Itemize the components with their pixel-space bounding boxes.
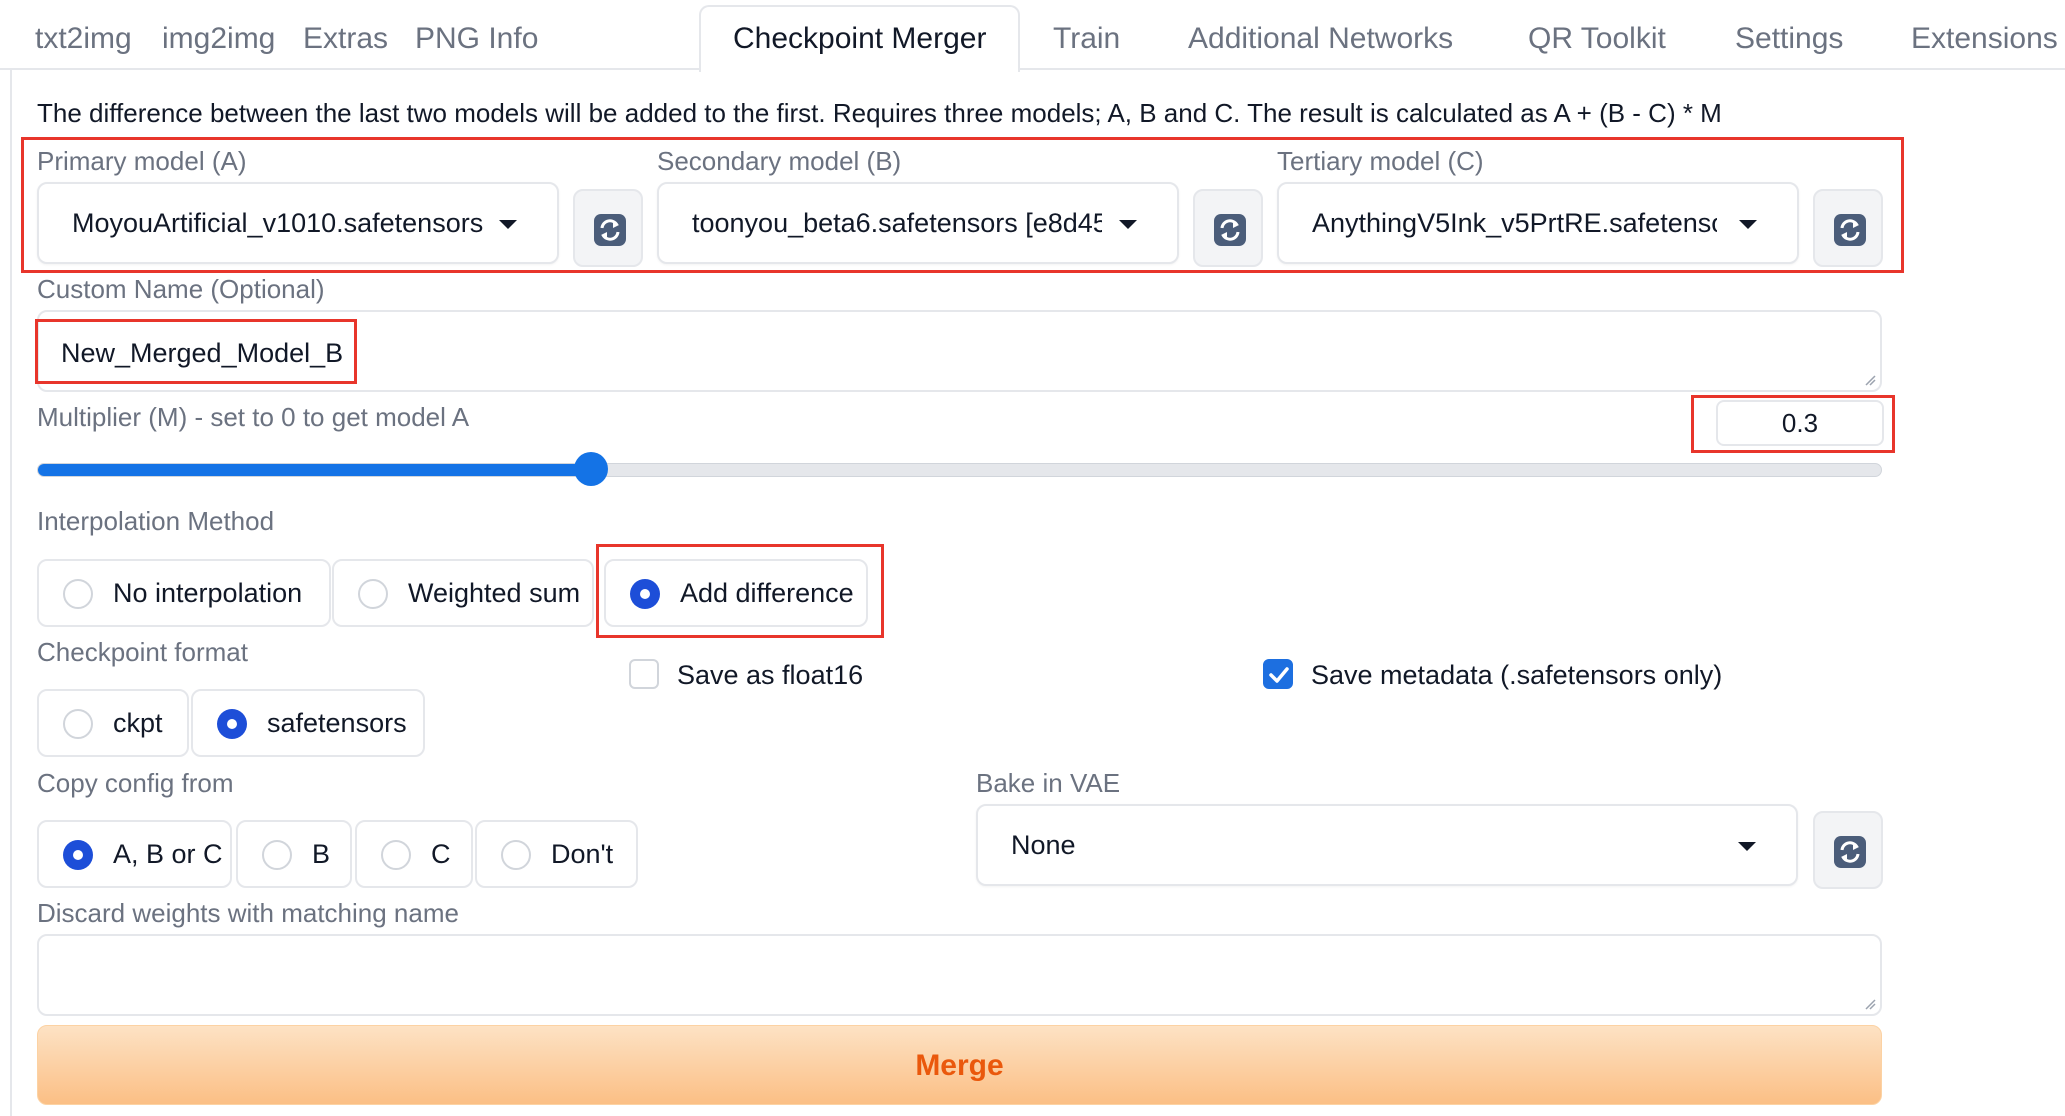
secondary-model-refresh-button[interactable] — [1193, 189, 1263, 267]
tab-additional-networks[interactable]: Additional Networks — [1188, 8, 1453, 70]
save-float16-checkbox[interactable] — [629, 659, 659, 689]
radio-label: B — [312, 839, 331, 869]
radio-selected-icon — [63, 840, 93, 870]
radio-icon — [381, 840, 411, 870]
save-metadata-checkbox[interactable] — [1263, 659, 1293, 689]
checkpoint-format-option-safetensors[interactable]: safetensors — [191, 689, 425, 757]
interpolation-option-add-difference[interactable]: Add difference — [604, 559, 868, 627]
radio-selected-icon — [217, 709, 247, 739]
tertiary-model-refresh-button[interactable] — [1813, 189, 1883, 267]
radio-label: A, B or C — [113, 839, 223, 869]
radio-label: Weighted sum — [408, 578, 581, 608]
multiplier-slider-track[interactable] — [37, 463, 1882, 477]
tab-checkpoint-merger[interactable]: Checkpoint Merger — [699, 5, 1021, 72]
radio-label: Add difference — [680, 578, 854, 608]
secondary-model-value: toonyou_beta6.safetensors [e8d45 — [692, 208, 1102, 238]
tab-qr-toolkit[interactable]: QR Toolkit — [1528, 8, 1666, 70]
bake-vae-value: None — [1011, 830, 1076, 860]
radio-icon — [501, 840, 531, 870]
secondary-model-dropdown[interactable]: toonyou_beta6.safetensors [e8d45 — [657, 182, 1179, 264]
primary-model-dropdown[interactable]: MoyouArtificial_v1010.safetensors — [37, 182, 559, 264]
primary-model-value: MoyouArtificial_v1010.safetensors — [72, 208, 484, 238]
save-metadata-label: Save metadata (.safetensors only) — [1311, 660, 1723, 690]
tab-img2img[interactable]: img2img — [162, 8, 275, 70]
copy-config-label: Copy config from — [37, 768, 234, 798]
multiplier-slider-fill — [38, 464, 591, 476]
radio-selected-icon — [630, 579, 660, 609]
radio-label: No interpolation — [113, 578, 303, 608]
custom-name-value: New_Merged_Model_B — [61, 338, 344, 368]
checkpoint-format-option-ckpt[interactable]: ckpt — [37, 689, 189, 757]
bake-vae-refresh-button[interactable] — [1813, 811, 1883, 889]
multiplier-slider-thumb[interactable] — [573, 452, 608, 486]
tab-settings[interactable]: Settings — [1735, 8, 1843, 70]
tab-extras[interactable]: Extras — [303, 8, 388, 70]
caret-down-icon — [1739, 220, 1757, 229]
save-float16-label: Save as float16 — [677, 660, 864, 690]
copy-config-option-b[interactable]: B — [236, 820, 352, 888]
bake-vae-label: Bake in VAE — [976, 768, 1121, 798]
merge-description: The difference between the last two mode… — [37, 98, 1722, 128]
radio-icon — [63, 709, 93, 739]
refresh-icon — [1834, 836, 1866, 868]
caret-down-icon — [1738, 842, 1756, 851]
radio-icon — [358, 579, 388, 609]
primary-model-refresh-button[interactable] — [573, 189, 643, 267]
check-icon — [1269, 667, 1289, 683]
merge-button[interactable]: Merge — [37, 1025, 1882, 1105]
refresh-icon — [1834, 214, 1866, 246]
tab-extensions[interactable]: Extensions — [1911, 8, 2058, 70]
radio-label: Don't — [551, 839, 614, 869]
interpolation-option-no-interpolation[interactable]: No interpolation — [37, 559, 331, 627]
tab-png-info[interactable]: PNG Info — [415, 8, 538, 70]
multiplier-label: Multiplier (M) - set to 0 to get model A — [37, 402, 470, 432]
radio-label: C — [431, 839, 451, 869]
tab-bar: txt2img img2img Extras PNG Info Checkpoi… — [0, 0, 2065, 72]
interpolation-method-label: Interpolation Method — [37, 506, 275, 536]
custom-name-label: Custom Name (Optional) — [37, 274, 325, 304]
resize-handle-icon[interactable] — [1864, 374, 1876, 386]
primary-model-label: Primary model (A) — [37, 146, 247, 176]
discard-weights-label: Discard weights with matching name — [37, 898, 459, 928]
secondary-model-label: Secondary model (B) — [657, 146, 902, 176]
radio-label: ckpt — [113, 708, 163, 738]
tertiary-model-value: AnythingV5Ink_v5PrtRE.safetensor — [1312, 208, 1717, 238]
merge-button-label: Merge — [915, 1049, 1004, 1082]
tab-train[interactable]: Train — [1053, 8, 1120, 70]
tertiary-model-label: Tertiary model (C) — [1277, 146, 1484, 176]
custom-name-input[interactable]: New_Merged_Model_B — [37, 310, 1882, 392]
tab-txt2img[interactable]: txt2img — [35, 8, 132, 70]
discard-weights-input[interactable] — [37, 934, 1882, 1016]
refresh-icon — [594, 214, 626, 246]
copy-config-option-c[interactable]: C — [355, 820, 473, 888]
radio-label: safetensors — [267, 708, 407, 738]
checkpoint-format-label: Checkpoint format — [37, 637, 248, 667]
copy-config-option-abc[interactable]: A, B or C — [37, 820, 232, 888]
bake-vae-dropdown[interactable]: None — [976, 804, 1798, 886]
multiplier-number-input[interactable]: 0.3 — [1716, 400, 1884, 446]
refresh-icon — [1214, 214, 1246, 246]
caret-down-icon — [499, 220, 517, 229]
interpolation-option-weighted-sum[interactable]: Weighted sum — [332, 559, 594, 627]
copy-config-option-dont[interactable]: Don't — [475, 820, 638, 888]
resize-handle-icon[interactable] — [1864, 998, 1876, 1010]
caret-down-icon — [1119, 220, 1137, 229]
radio-icon — [63, 579, 93, 609]
tertiary-model-dropdown[interactable]: AnythingV5Ink_v5PrtRE.safetensor — [1277, 182, 1799, 264]
radio-icon — [262, 840, 292, 870]
